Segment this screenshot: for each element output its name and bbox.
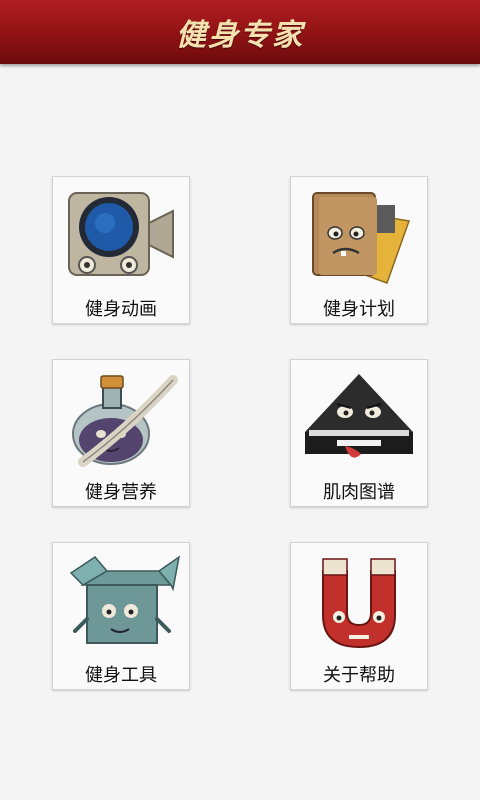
app-title: 健身专家 — [176, 18, 304, 53]
menu-item-fitness-animation[interactable]: 健身动画 — [52, 176, 190, 324]
menu-item-label: 健身工具 — [85, 665, 157, 686]
box-icon — [69, 555, 181, 644]
title-bar: 健身专家 — [0, 0, 480, 64]
menu-item-about-help[interactable]: 关于帮助 — [290, 542, 428, 690]
menu-item-label: 健身计划 — [323, 299, 395, 320]
menu-item-label: 健身营养 — [85, 482, 157, 503]
menu-item-fitness-nutrition[interactable]: 健身营养 — [52, 359, 190, 507]
magnet-icon — [322, 558, 396, 649]
camera-icon — [68, 192, 174, 276]
menu-item-muscle-map[interactable]: 肌肉图谱 — [290, 359, 428, 507]
menu-item-label: 肌肉图谱 — [323, 482, 395, 503]
menu-item-fitness-plan[interactable]: 健身计划 — [290, 176, 428, 324]
triangle-monster-icon — [305, 374, 413, 458]
potion-icon — [72, 375, 178, 467]
menu-item-label: 健身动画 — [85, 299, 157, 320]
menu-item-label: 关于帮助 — [323, 665, 395, 686]
menu-item-fitness-tools[interactable]: 健身工具 — [52, 542, 190, 690]
notebook-icon — [312, 192, 411, 284]
